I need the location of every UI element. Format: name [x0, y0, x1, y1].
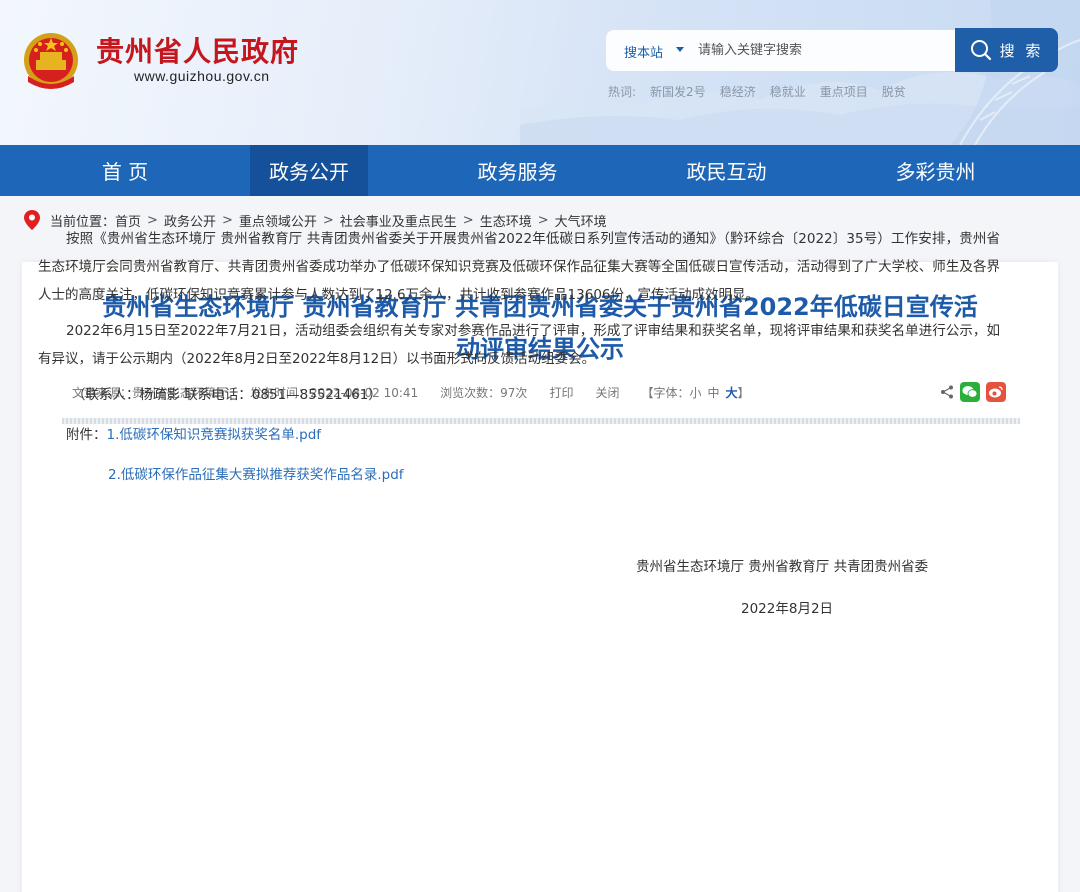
national-emblem-icon — [24, 33, 78, 89]
nav-item-home[interactable]: 首 页 — [0, 145, 250, 196]
attachment-link-1[interactable]: 1.低碳环保知识竞赛拟获奖名单.pdf — [107, 427, 322, 443]
search-button[interactable]: 搜 索 — [955, 28, 1058, 72]
site-title[interactable]: 贵州省人民政府 — [96, 30, 299, 70]
hot-word-link[interactable]: 稳经济 — [720, 83, 756, 100]
hot-word-link[interactable]: 稳就业 — [770, 83, 806, 100]
site-url: www.guizhou.gov.cn — [134, 68, 270, 84]
search-box: 搜本站 — [606, 30, 956, 71]
attachment-row: 附件：1.低碳环保知识竞赛拟获奖名单.pdf — [38, 421, 1000, 449]
article-paragraph: 按照《贵州省生态环境厅 贵州省教育厅 共青团贵州省委关于开展贵州省2022年低碳… — [38, 231, 1000, 303]
nav-item-services[interactable]: 政务服务 — [413, 145, 622, 196]
hot-word-link[interactable]: 脱贫 — [882, 83, 906, 100]
hot-words: 热词: 新国发2号 稳经济 稳就业 重点项目 脱贫 — [608, 83, 906, 100]
hot-word-link[interactable]: 新国发2号 — [650, 83, 706, 100]
nav-item-colorful-guizhou[interactable]: 多彩贵州 — [831, 145, 1040, 196]
chevron-down-icon[interactable] — [676, 47, 684, 52]
article-paragraph: 2022年6月15日至2022年7月21日，活动组委会组织有关专家对参赛作品进行… — [38, 323, 1000, 367]
contact-info: （联系人：杨疏影 联系电话：0851—85521461） — [72, 387, 382, 403]
search-input[interactable] — [698, 38, 938, 62]
header-background-illustration — [520, 0, 1080, 145]
article-date: 2022年8月2日 — [741, 601, 834, 617]
attachment-link-2[interactable]: 2.低碳环保作品征集大赛拟推荐获奖作品名录.pdf — [108, 467, 404, 483]
nav-item-interaction[interactable]: 政民互动 — [622, 145, 831, 196]
hot-word-link[interactable]: 重点项目 — [820, 83, 868, 100]
article-body: 按照《贵州省生态环境厅 贵州省教育厅 共青团贵州省委关于开展贵州省2022年低碳… — [38, 225, 1000, 489]
search-icon — [970, 40, 991, 61]
attachment-row: 2.低碳环保作品征集大赛拟推荐获奖作品名录.pdf — [38, 461, 1000, 489]
search-button-label: 搜 索 — [999, 41, 1044, 60]
nav-item-government-affairs[interactable]: 政务公开 — [250, 145, 368, 196]
hot-words-label: 热词: — [608, 85, 637, 99]
main-nav: 首 页 政务公开 政务服务 政民互动 多彩贵州 — [0, 145, 1080, 196]
attachment-label: 附件： — [66, 427, 107, 443]
search-scope-dropdown[interactable]: 搜本站 — [624, 42, 663, 61]
site-header: 贵州省人民政府 www.guizhou.gov.cn 搜本站 搜 索 热词: 新… — [0, 0, 1080, 145]
article-signature: 贵州省生态环境厅 贵州省教育厅 共青团贵州省委 — [636, 559, 929, 575]
